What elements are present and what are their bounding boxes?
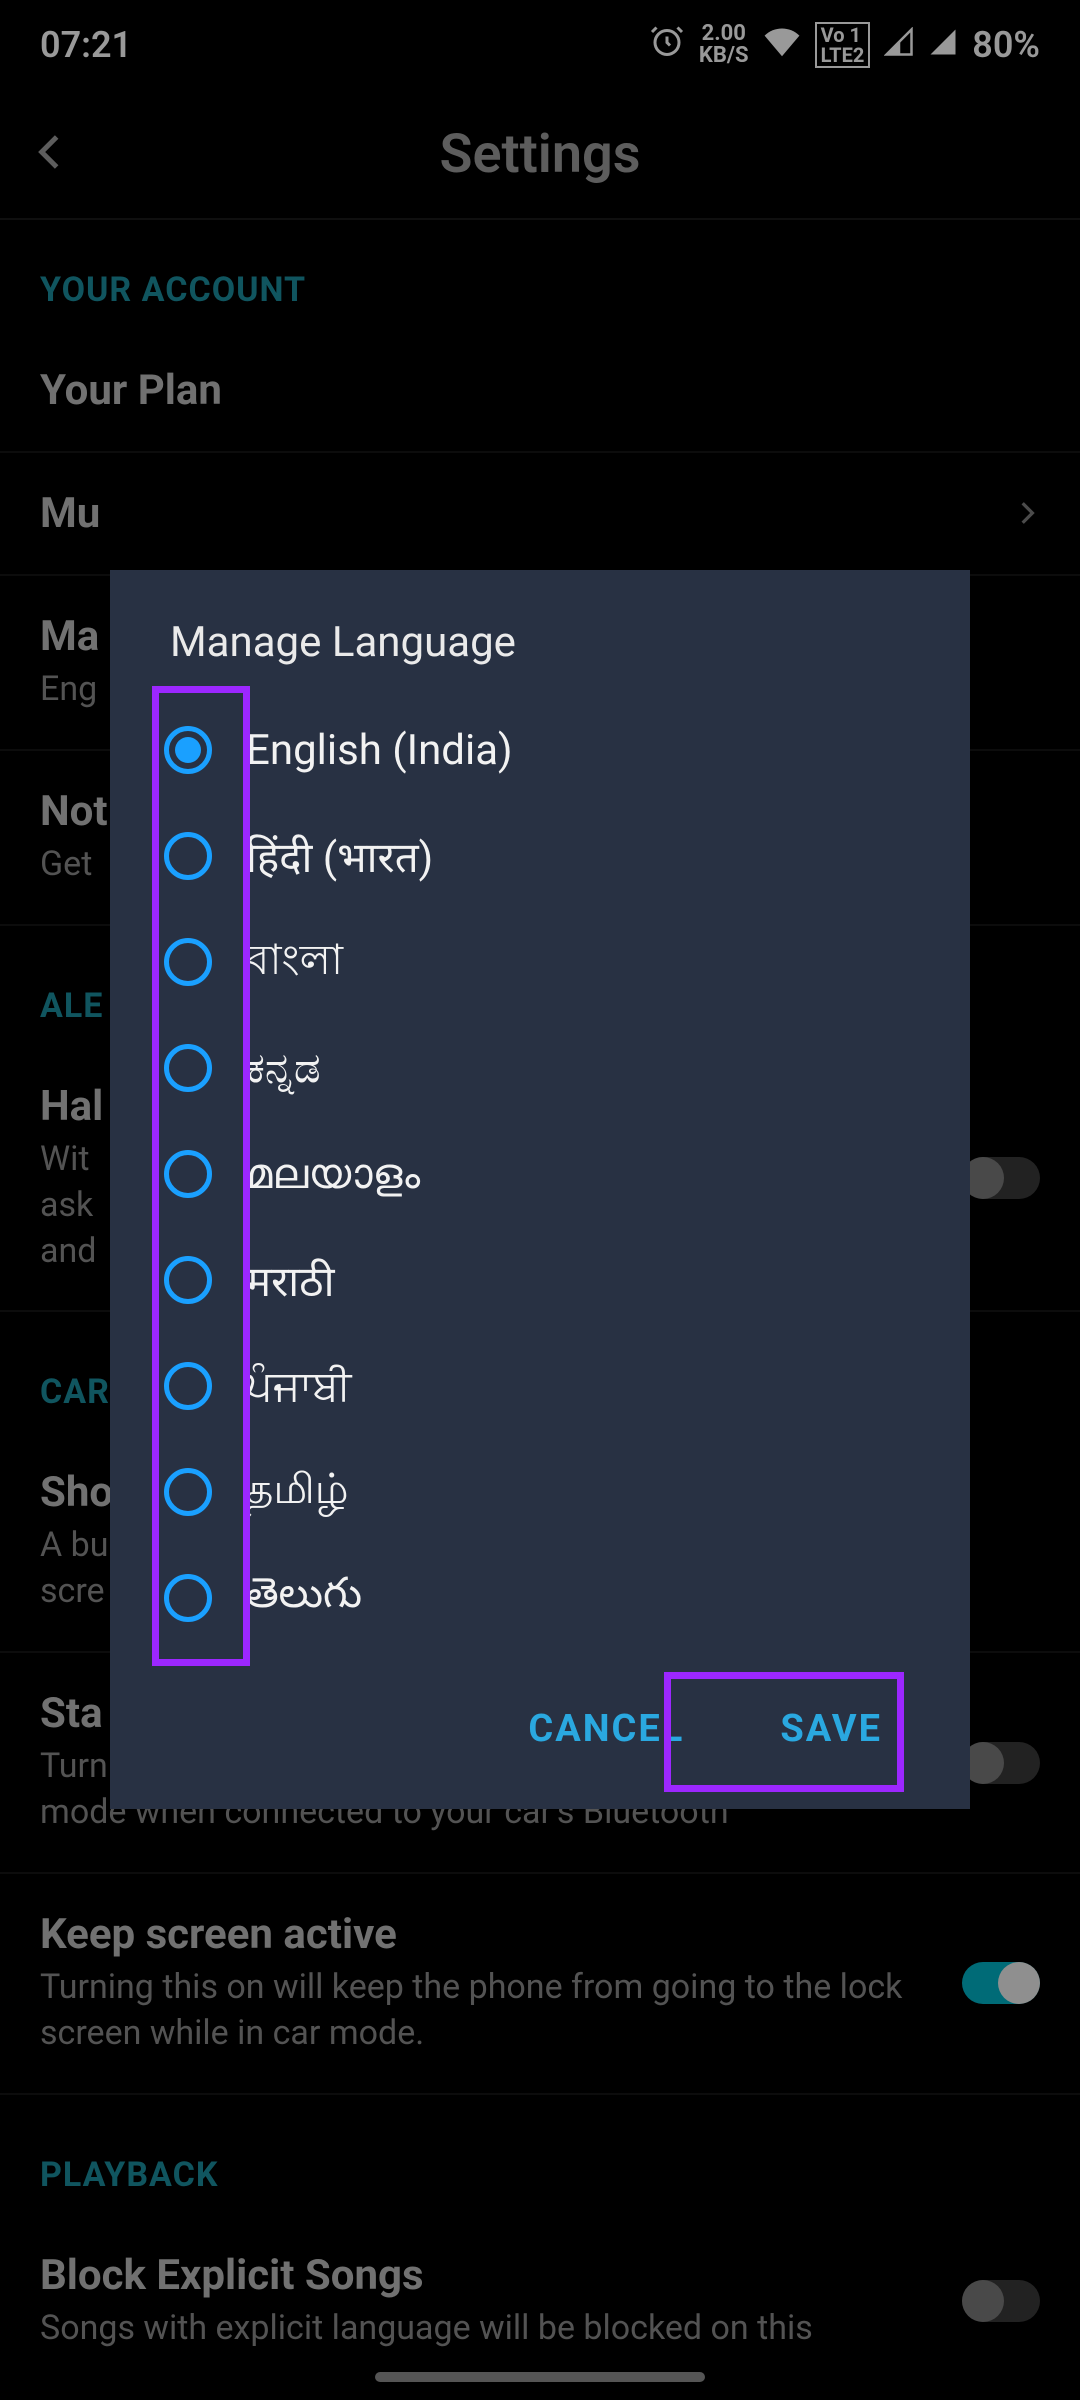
radio-icon[interactable] xyxy=(164,938,212,986)
radio-icon[interactable] xyxy=(164,1362,212,1410)
cancel-button[interactable]: CANCEL xyxy=(500,1691,712,1767)
modal-overlay[interactable]: Manage Language English (India) हिंदी (भा… xyxy=(0,0,1080,2400)
language-option[interactable]: বাংলা xyxy=(164,909,916,1015)
radio-icon[interactable] xyxy=(164,832,212,880)
language-option[interactable]: తెలుగు xyxy=(164,1545,916,1651)
language-label: বাংলা xyxy=(246,927,343,998)
radio-icon[interactable] xyxy=(164,726,212,774)
language-option[interactable]: मराठी xyxy=(164,1227,916,1333)
language-label: മലയാളം xyxy=(246,1150,420,1199)
language-option[interactable]: हिंदी (भारत) xyxy=(164,803,916,909)
language-label: English (India) xyxy=(246,726,513,775)
language-option[interactable]: ਪੰਜਾਬੀ xyxy=(164,1333,916,1439)
radio-icon[interactable] xyxy=(164,1256,212,1304)
radio-icon[interactable] xyxy=(164,1574,212,1622)
language-option[interactable]: ಕನ್ನಡ xyxy=(164,1015,916,1121)
radio-icon[interactable] xyxy=(164,1150,212,1198)
radio-icon[interactable] xyxy=(164,1468,212,1516)
language-label: ಕನ್ನಡ xyxy=(246,1044,321,1093)
manage-language-dialog: Manage Language English (India) हिंदी (भा… xyxy=(110,570,970,1809)
language-label: हिंदी (भारत) xyxy=(246,828,433,885)
language-label: मराठी xyxy=(246,1252,334,1309)
gesture-bar xyxy=(375,2372,705,2382)
language-option[interactable]: മലയാളം xyxy=(164,1121,916,1227)
language-label: తెలుగు xyxy=(246,1569,362,1628)
dialog-title: Manage Language xyxy=(110,618,970,697)
language-label: ਪੰਜਾਬੀ xyxy=(246,1362,351,1411)
language-option[interactable]: English (India) xyxy=(164,697,916,803)
radio-icon[interactable] xyxy=(164,1044,212,1092)
save-button[interactable]: SAVE xyxy=(752,1691,910,1767)
language-option[interactable]: தமிழ் xyxy=(164,1439,916,1545)
language-list: English (India) हिंदी (भारत) বাংলা ಕನ್ನಡ മലയ… xyxy=(110,697,970,1651)
language-label: தமிழ் xyxy=(246,1465,349,1519)
